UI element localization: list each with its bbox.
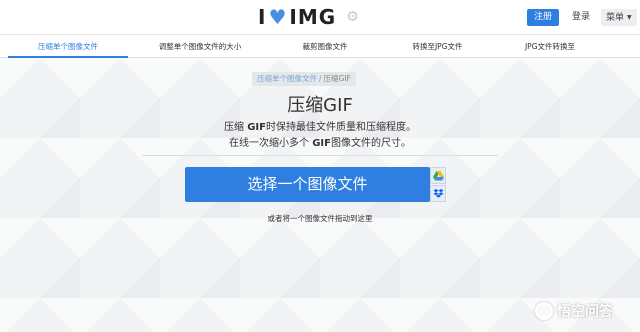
description-line-2: 在线一次缩小多个 GIF图像文件的尺寸。 bbox=[0, 134, 640, 149]
menu-button[interactable]: 菜单 ▼ bbox=[601, 9, 637, 26]
google-drive-icon bbox=[432, 170, 444, 180]
breadcrumb: 压缩单个图像文件 / 压缩GIF bbox=[252, 72, 356, 86]
cloud-upload-options bbox=[430, 167, 446, 202]
desc1-text-a: 压缩 bbox=[224, 122, 248, 133]
desc2-bold: GIF bbox=[312, 138, 331, 149]
dropbox-icon bbox=[433, 188, 443, 198]
desc1-bold: GIF bbox=[247, 122, 266, 133]
watermark-logo-icon bbox=[535, 302, 553, 320]
tab-compress-image[interactable]: 压缩单个图像文件 bbox=[8, 35, 128, 58]
breadcrumb-parent-link[interactable]: 压缩单个图像文件 bbox=[257, 74, 317, 83]
google-drive-button[interactable] bbox=[430, 167, 446, 184]
chevron-down-icon: ▼ bbox=[627, 14, 632, 21]
ilovimg-logo[interactable]: I ♥ IMG ⚙ bbox=[258, 5, 360, 29]
tool-navigation: 压缩单个图像文件 调整单个图像文件的大小 裁剪图像文件 转换至JPG文件 JPG… bbox=[0, 34, 640, 58]
login-button[interactable]: 登录 bbox=[566, 9, 596, 26]
heart-icon: ♥ bbox=[268, 5, 288, 29]
dropbox-button[interactable] bbox=[430, 185, 446, 202]
desc2-text-a: 在线一次缩小多个 bbox=[229, 138, 313, 149]
badge-icon: ⚙ bbox=[346, 9, 360, 25]
watermark: 悟空问答 bbox=[535, 300, 613, 322]
breadcrumb-current: 压缩GIF bbox=[323, 74, 351, 83]
description-line-1: 压缩 GIF时保持最佳文件质量和压缩程度。 bbox=[0, 118, 640, 133]
logo-text-left: I bbox=[258, 5, 267, 29]
select-image-button[interactable]: 选择一个图像文件 bbox=[185, 167, 430, 202]
drop-hint-text: 或者将一个图像文件拖动到这里 bbox=[267, 214, 373, 223]
tab-crop-image[interactable]: 裁剪图像文件 bbox=[270, 35, 380, 58]
desc2-text-b: 图像文件的尺寸。 bbox=[330, 138, 411, 149]
tab-convert-to-jpg[interactable]: 转换至JPG文件 bbox=[385, 35, 490, 58]
divider bbox=[142, 155, 498, 156]
desc1-text-b: 时保持最佳文件质量和压缩程度。 bbox=[265, 122, 416, 133]
tab-resize-image[interactable]: 调整单个图像文件的大小 bbox=[140, 35, 260, 58]
page-title: 压缩GIF bbox=[287, 95, 353, 116]
breadcrumb-separator: / bbox=[319, 74, 322, 83]
register-button[interactable]: 注册 bbox=[527, 9, 559, 26]
watermark-text: 悟空问答 bbox=[557, 304, 613, 320]
logo-text-right: IMG bbox=[289, 5, 337, 29]
menu-label: 菜单 bbox=[606, 13, 625, 23]
top-header: I ♥ IMG ⚙ 注册 登录 菜单 ▼ bbox=[0, 0, 640, 34]
main-content: 压缩单个图像文件 / 压缩GIF 压缩GIF 压缩 GIF时保持最佳文件质量和压缩程… bbox=[0, 58, 640, 332]
tab-convert-from-jpg[interactable]: JPG文件转换至 bbox=[500, 35, 600, 58]
